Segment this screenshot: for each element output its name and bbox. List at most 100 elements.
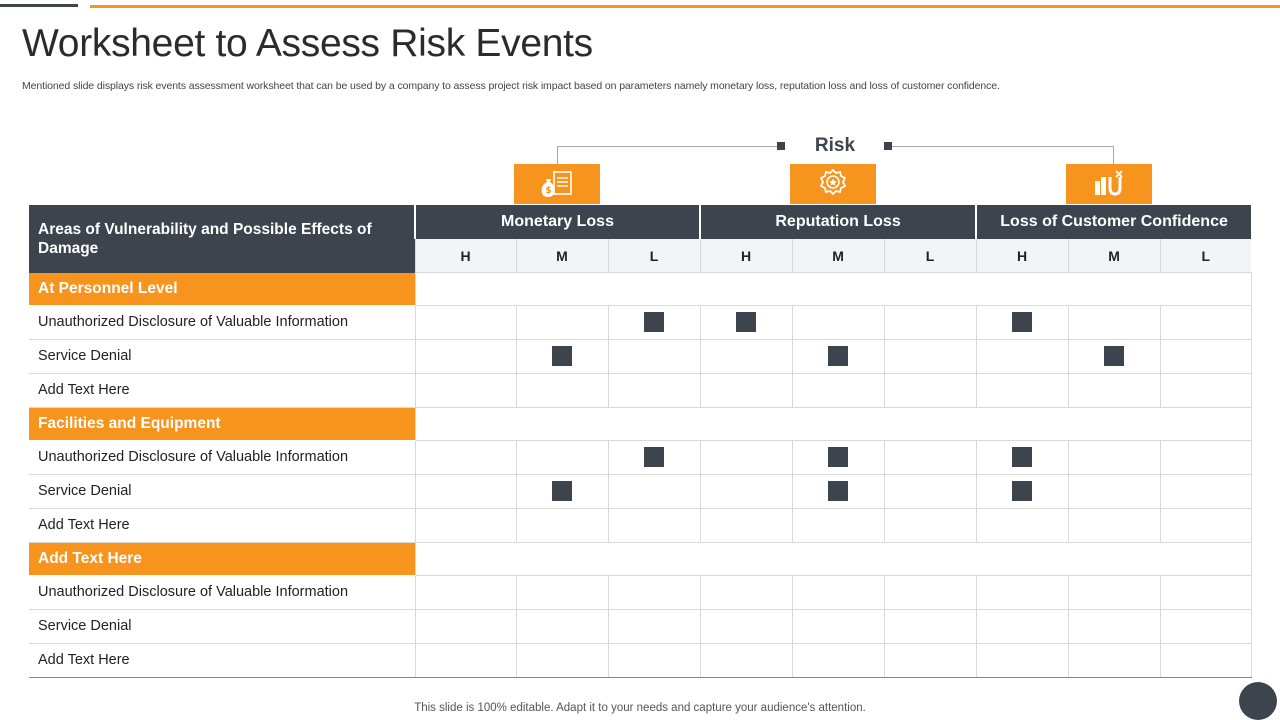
table-row: Add Text Here <box>29 643 1252 678</box>
section-row: Add Text Here <box>29 542 1252 576</box>
row-label: Add Text Here <box>29 643 415 678</box>
rating-cell <box>1159 508 1252 543</box>
rating-cell <box>883 474 977 509</box>
risk-marker-right <box>884 142 892 150</box>
rating-cell <box>791 508 885 543</box>
risk-label: Risk <box>814 135 856 156</box>
level-header: M <box>791 239 885 273</box>
rating-cell <box>515 440 608 475</box>
rating-cell <box>515 508 608 543</box>
rating-cell <box>699 575 793 610</box>
rating-cell <box>791 609 885 644</box>
table-row: Unauthorized Disclosure of Valuable Info… <box>29 305 1252 340</box>
rating-mark <box>1012 312 1033 332</box>
rating-cell <box>607 508 701 543</box>
risk-assessment-table: Areas of Vulnerability and Possible Effe… <box>29 205 1252 678</box>
area-header: Areas of Vulnerability and Possible Effe… <box>29 205 415 273</box>
rating-cell <box>414 609 516 644</box>
rating-cell <box>699 609 793 644</box>
section-spacer <box>414 407 1252 441</box>
rating-cell <box>515 373 608 408</box>
rating-cell <box>975 373 1069 408</box>
rating-cell <box>1067 440 1161 475</box>
rating-cell <box>515 609 608 644</box>
rating-cell <box>1067 339 1161 374</box>
rating-mark <box>828 447 849 467</box>
table-row: Unauthorized Disclosure of Valuable Info… <box>29 440 1252 475</box>
rating-cell <box>1159 339 1252 374</box>
top-accent-bar-dark <box>0 4 78 7</box>
risk-connector-drop-3 <box>1113 146 1114 164</box>
page-title: Worksheet to Assess Risk Events <box>22 22 593 65</box>
rating-mark <box>644 312 665 332</box>
risk-connector-right <box>888 146 1114 147</box>
section-row: At Personnel Level <box>29 272 1252 306</box>
row-label: Unauthorized Disclosure of Valuable Info… <box>29 305 415 340</box>
rating-cell <box>883 373 977 408</box>
rating-cell <box>883 643 977 678</box>
award-badge-icon <box>790 164 876 204</box>
rating-mark <box>828 346 849 366</box>
rating-cell <box>883 339 977 374</box>
row-label: Add Text Here <box>29 373 415 408</box>
level-header: H <box>699 239 793 273</box>
rating-cell <box>414 575 516 610</box>
magnet-icon <box>1066 164 1152 204</box>
rating-cell <box>1159 373 1252 408</box>
risk-marker-left <box>777 142 785 150</box>
rating-cell <box>791 305 885 340</box>
rating-cell <box>1159 609 1252 644</box>
section-row: Facilities and Equipment <box>29 407 1252 441</box>
rating-cell <box>699 339 793 374</box>
rating-cell <box>414 440 516 475</box>
rating-cell <box>414 643 516 678</box>
row-label: Service Denial <box>29 339 415 374</box>
table-row: Add Text Here <box>29 373 1252 408</box>
rating-cell <box>1067 474 1161 509</box>
table-row: Unauthorized Disclosure of Valuable Info… <box>29 575 1252 610</box>
level-header: M <box>515 239 608 273</box>
table-row: Service Denial <box>29 474 1252 509</box>
rating-cell <box>975 609 1069 644</box>
row-label: Unauthorized Disclosure of Valuable Info… <box>29 440 415 475</box>
rating-mark <box>1012 447 1033 467</box>
rating-cell <box>1159 474 1252 509</box>
rating-cell <box>699 508 793 543</box>
rating-cell <box>1067 575 1161 610</box>
rating-cell <box>1067 373 1161 408</box>
money-bag-icon: $ <box>514 164 600 204</box>
rating-cell <box>515 643 608 678</box>
rating-cell <box>883 575 977 610</box>
rating-cell <box>791 643 885 678</box>
footer-note: This slide is 100% editable. Adapt it to… <box>414 702 866 714</box>
rating-cell <box>607 575 701 610</box>
rating-mark <box>644 447 665 467</box>
rating-cell <box>699 305 793 340</box>
section-title: At Personnel Level <box>29 272 415 306</box>
section-title: Facilities and Equipment <box>29 407 415 441</box>
rating-cell <box>607 609 701 644</box>
rating-cell <box>975 440 1069 475</box>
level-header: H <box>975 239 1069 273</box>
rating-cell <box>607 643 701 678</box>
top-accent-bar-orange <box>90 5 1280 8</box>
risk-connector-left <box>557 146 781 147</box>
rating-cell <box>1159 305 1252 340</box>
level-header: L <box>883 239 977 273</box>
rating-cell <box>607 339 701 374</box>
section-spacer <box>414 272 1252 306</box>
rating-cell <box>1159 643 1252 678</box>
rating-cell <box>1159 575 1252 610</box>
level-header: L <box>607 239 701 273</box>
rating-cell <box>975 575 1069 610</box>
rating-cell <box>1067 305 1161 340</box>
rating-cell <box>414 373 516 408</box>
row-label: Add Text Here <box>29 508 415 543</box>
risk-connector-drop-1 <box>557 146 558 164</box>
level-header: M <box>1067 239 1161 273</box>
rating-cell <box>975 474 1069 509</box>
row-label: Service Denial <box>29 609 415 644</box>
rating-cell <box>791 339 885 374</box>
rating-cell <box>883 305 977 340</box>
table-row: Service Denial <box>29 339 1252 374</box>
